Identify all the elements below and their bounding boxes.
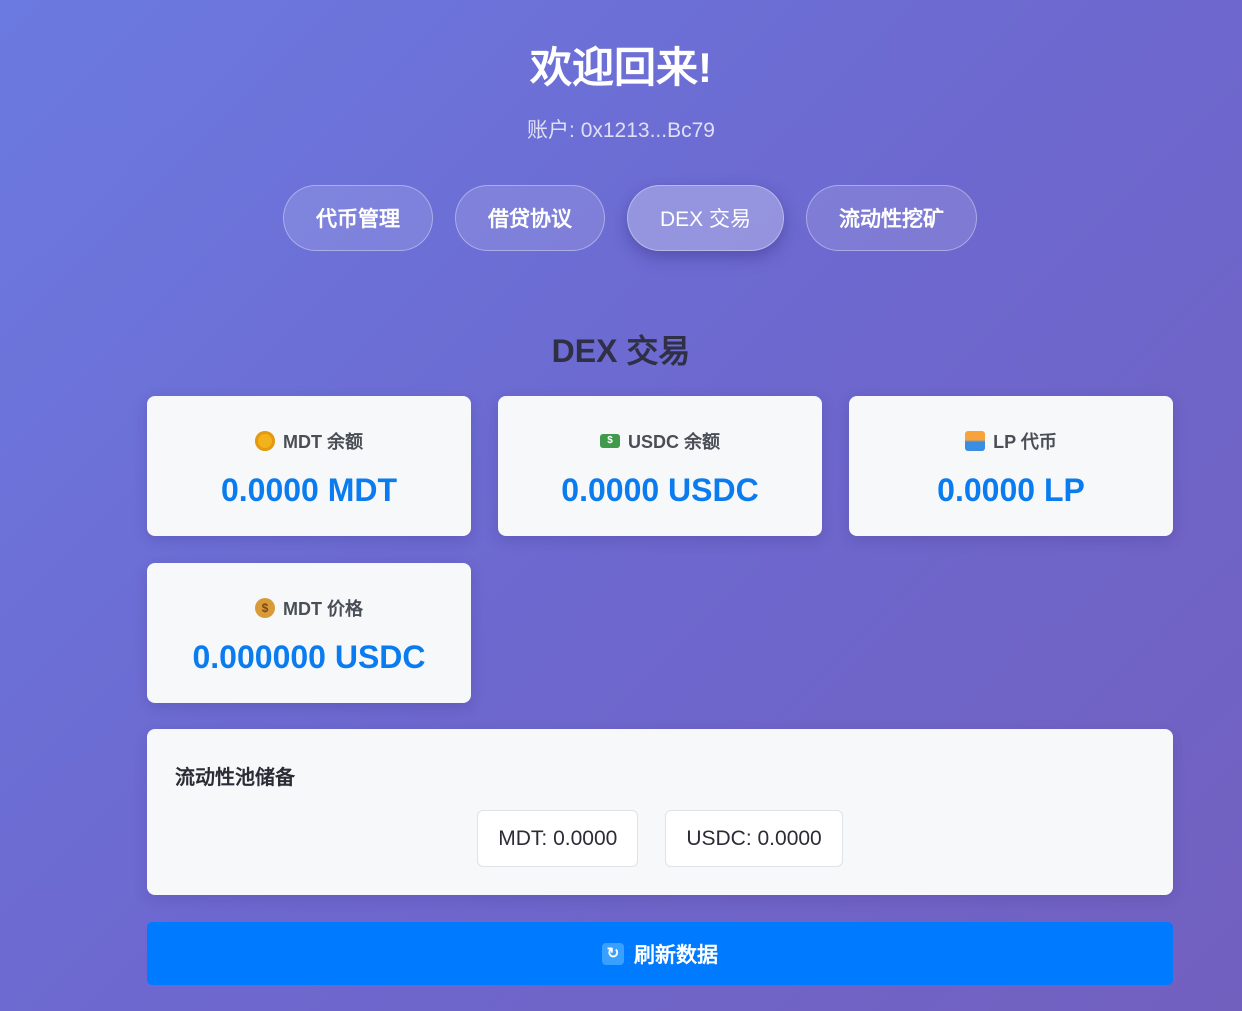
mdt-price-card: $ MDT 价格 0.000000 USDC (147, 563, 471, 703)
tab-token-management[interactable]: 代币管理 (282, 185, 433, 251)
reserves-row: MDT: 0.0000 USDC: 0.0000 (147, 810, 1173, 867)
lp-token-card: LP 代币 0.0000 LP (849, 396, 1173, 536)
refresh-data-button[interactable]: ↻ 刷新数据 (147, 922, 1173, 985)
card-label: LP 代币 (993, 432, 1057, 452)
card-label: MDT 价格 (283, 599, 363, 619)
card-value: 0.0000 MDT (220, 472, 398, 508)
card-value: 0.000000 USDC (192, 639, 426, 675)
usdc-reserve: USDC: 0.0000 (665, 810, 843, 867)
money-bag-icon: $ (255, 598, 275, 618)
card-value: 0.0000 LP (937, 472, 1085, 508)
account-address: 账户: 0x1213...Bc79 (527, 119, 715, 142)
tab-dex-trading[interactable]: DEX 交易 (626, 185, 784, 251)
tab-liquidity-mining[interactable]: 流动性挖矿 (806, 185, 977, 251)
tab-bar: 代币管理 借贷协议 DEX 交易 流动性挖矿 (0, 185, 1242, 251)
header: 欢迎回来! 账户: 0x1213...Bc79 (0, 38, 1242, 144)
card-value: 0.0000 USDC (561, 472, 759, 508)
tab-lending-protocol[interactable]: 借贷协议 (454, 185, 605, 251)
welcome-title: 欢迎回来! (530, 44, 712, 91)
reserves-title: 流动性池储备 (175, 767, 295, 789)
refresh-label: 刷新数据 (634, 943, 718, 967)
refresh-icon: ↻ (602, 942, 624, 965)
section-title: DEX 交易 (551, 333, 691, 369)
lp-token-icon (965, 431, 986, 451)
mdt-reserve: MDT: 0.0000 (477, 810, 639, 867)
coin-icon (255, 431, 275, 451)
liquidity-reserves-panel: 流动性池储备 MDT: 0.0000 USDC: 0.0000 (147, 729, 1173, 895)
mdt-balance-card: MDT 余额 0.0000 MDT (147, 396, 471, 536)
card-label: USDC 余额 (627, 432, 720, 452)
usdc-balance-card: $ USDC 余额 0.0000 USDC (498, 396, 822, 536)
dollar-bill-icon: $ (599, 434, 620, 448)
card-label: MDT 余额 (283, 432, 363, 452)
